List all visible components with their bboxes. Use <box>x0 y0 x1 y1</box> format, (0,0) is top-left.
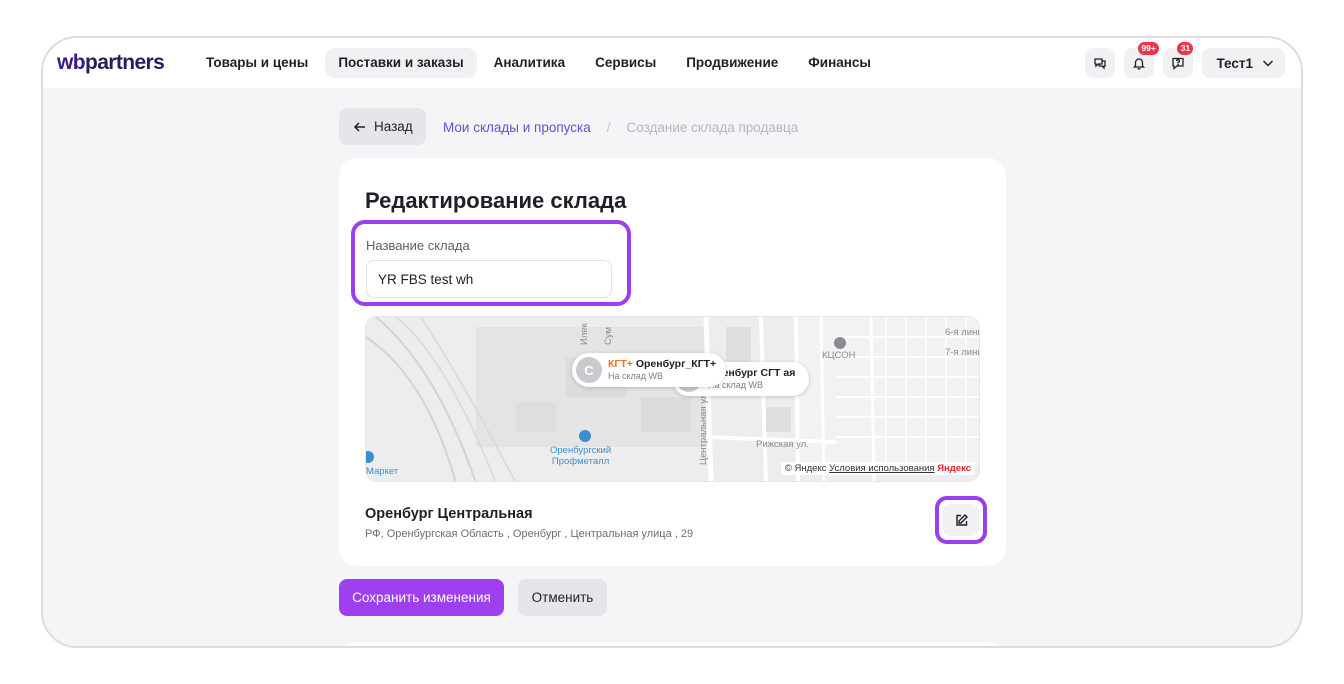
map-label-sum: Сум <box>603 326 614 345</box>
nav-item-services[interactable]: Сервисы <box>582 48 669 78</box>
back-label: Назад <box>374 119 413 134</box>
breadcrumb-current: Создание склада продавца <box>626 120 799 135</box>
back-button[interactable]: Назад <box>339 108 426 145</box>
nav-item-products[interactable]: Товары и цены <box>193 48 321 78</box>
user-menu-button[interactable]: Тест1 <box>1202 48 1285 78</box>
map-copyright: © Яндекс Условия использования Яндекс <box>780 462 975 475</box>
map-terms-link[interactable]: Условия использования <box>829 463 934 474</box>
next-section-card <box>339 642 1006 646</box>
map-label-line7: 7-я линия <box>945 347 979 358</box>
map-label-street-central: Центральная ул. <box>698 390 709 465</box>
map-pin-kgt[interactable]: C КГТ+ Оренбург_КГТ+ На склад WB <box>572 353 727 387</box>
header-tools: 99+ 31 Тест1 <box>1085 42 1285 78</box>
map-background <box>366 317 979 481</box>
notifications-badge: 99+ <box>1138 42 1159 55</box>
cancel-button[interactable]: Отменить <box>518 579 607 616</box>
breadcrumb-separator: / <box>606 120 611 135</box>
save-button[interactable]: Сохранить изменения <box>339 579 504 616</box>
map-label-ilek: Илек <box>579 323 590 345</box>
user-name: Тест1 <box>1216 55 1253 71</box>
pin-warehouse-icon: C <box>576 357 602 383</box>
pin-title-suffix: ая <box>783 367 796 379</box>
warehouse-edit-card: Редактирование склада Название склада YR… <box>339 158 1006 566</box>
pin-subtitle: На склад WB <box>608 371 664 381</box>
nav-item-supplies[interactable]: Поставки и заказы <box>325 48 477 78</box>
map-label-line6: 6-я линия <box>945 327 979 338</box>
nav-item-promotion[interactable]: Продвижение <box>673 48 791 78</box>
map-label-poi2: Оренбургский Профметалл <box>550 445 612 467</box>
edit-address-highlight <box>935 496 987 544</box>
map[interactable]: 6-я линия 7-я линия КЦСОН Рижская ул. Це… <box>365 316 980 482</box>
logo[interactable]: wbpartners <box>57 51 165 75</box>
nav-item-analytics[interactable]: Аналитика <box>481 48 578 78</box>
address-details: РФ, Оренбургская Область , Оренбург , Це… <box>365 528 694 540</box>
map-label-poi1: КЦСОН <box>822 350 856 361</box>
chat-button[interactable] <box>1085 48 1116 78</box>
yandex-logo: Яндекс <box>937 463 971 474</box>
messages-badge: 31 <box>1177 42 1194 55</box>
breadcrumb-link-warehouses[interactable]: Мои склады и пропуска <box>443 120 591 135</box>
arrow-left-icon <box>353 121 365 132</box>
map-label-street-rizh: Рижская ул. <box>756 439 809 450</box>
main-nav: Товары и цены Поставки и заказы Аналитик… <box>193 48 884 78</box>
page-title: Редактирование склада <box>365 188 627 213</box>
top-bar: wbpartners Товары и цены Поставки и зака… <box>43 38 1301 88</box>
message-question-icon <box>1172 57 1185 70</box>
app-window: wbpartners Товары и цены Поставки и зака… <box>41 36 1303 648</box>
nav-item-finance[interactable]: Финансы <box>795 48 884 78</box>
breadcrumb: Мои склады и пропуска / Создание склада … <box>443 120 798 135</box>
notifications-button[interactable]: 99+ <box>1124 42 1159 78</box>
edit-icon <box>955 513 968 526</box>
chevron-down-icon <box>1262 60 1274 67</box>
warehouse-name-input[interactable] <box>366 260 612 298</box>
pin-title: Оренбург_КГТ+ <box>635 358 717 370</box>
messages-button[interactable]: 31 <box>1163 42 1194 78</box>
bell-icon <box>1133 58 1146 70</box>
warehouse-name-field-highlight: Название склада <box>351 220 631 306</box>
edit-address-button[interactable] <box>943 504 979 536</box>
warehouse-name-label: Название склада <box>366 238 470 253</box>
map-label-poi3: Маркет <box>366 466 399 477</box>
chat-icon <box>1094 58 1107 70</box>
address-title: Оренбург Центральная <box>365 506 533 522</box>
pin-tag: КГТ+ <box>608 358 633 370</box>
